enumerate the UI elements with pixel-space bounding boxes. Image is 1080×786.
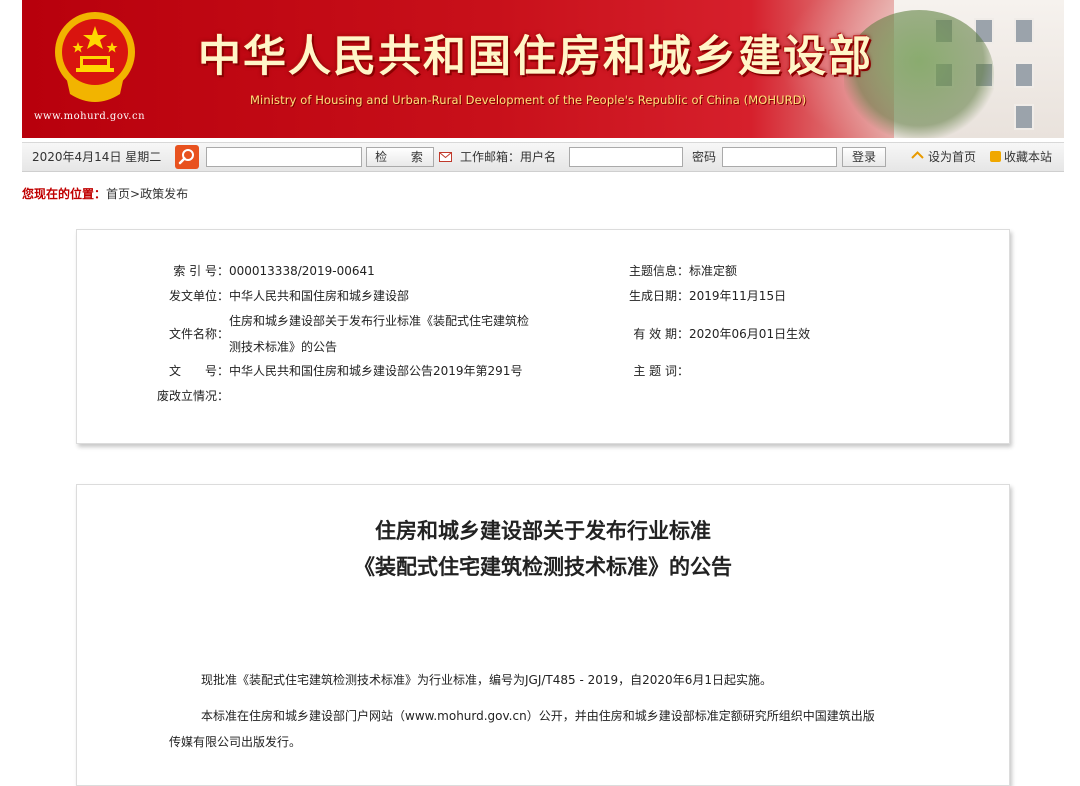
national-emblem-icon [55, 12, 135, 102]
info-valid-label: 有 效 期： [633, 327, 689, 341]
password-label: 密码 [692, 150, 717, 164]
document-paragraph-1: 现批准《装配式住宅建筑检测技术标准》为行业标准，编号为JGJ/T485 - 20… [201, 673, 772, 687]
document-paragraph-2-line1: 本标准在住房和城乡建设部门户网站（www.mohurd.gov.cn）公开，并由… [201, 709, 875, 723]
info-created-value: 2019年11月15日 [689, 289, 787, 303]
search-icon[interactable] [175, 145, 199, 169]
search-button[interactable]: 检 索 [366, 147, 434, 167]
search-input[interactable] [206, 147, 362, 167]
info-issuer-value: 中华人民共和国住房和城乡建设部 [229, 289, 410, 303]
info-topic-label: 主题信息： [628, 264, 689, 278]
site-url-text: www.mohurd.gov.cn [34, 111, 146, 122]
breadcrumb-path[interactable]: 首页>政策发布 [106, 187, 188, 201]
info-docno-value: 中华人民共和国住房和城乡建设部公告2019年第291号 [229, 364, 523, 378]
info-docno-row: 文 号：中华人民共和国住房和城乡建设部公告2019年第291号 [153, 360, 522, 382]
info-repeal-row: 废改立情况： [153, 385, 229, 407]
document-body-panel: 住房和城乡建设部关于发布行业标准 《装配式住宅建筑检测技术标准》的公告 现批准《… [76, 484, 1010, 786]
info-keyword-row: 主 题 词： [613, 360, 689, 382]
bookmark-icon [990, 151, 1001, 162]
document-info-panel: 索 引 号：000013338/2019-00641 发文单位：中华人民共和国住… [76, 229, 1010, 444]
info-filename-label-row: 文件名称： [153, 323, 229, 345]
document-paragraph-2-line2: 传媒有限公司出版发行。 [169, 735, 302, 749]
site-title-chinese: 中华人民共和国住房和城乡建设部 [198, 32, 873, 82]
document-title-line1: 住房和城乡建设部关于发布行业标准 [375, 519, 711, 543]
info-created-label: 生成日期： [628, 289, 689, 303]
info-topic-value: 标准定额 [689, 264, 738, 278]
info-filename-label: 文件名称： [168, 327, 229, 341]
info-docno-label: 文 号： [168, 364, 229, 378]
info-valid-value: 2020年06月01日生效 [689, 327, 811, 341]
info-filename-line2: 测技术标准》的公告 [229, 340, 338, 354]
info-topic-row: 主题信息：标准定额 [613, 260, 737, 282]
info-index-value: 000013338/2019-00641 [229, 264, 375, 278]
info-filename-line1: 住房和城乡建设部关于发布行业标准《装配式住宅建筑检 [229, 314, 530, 328]
site-title-english: Ministry of Housing and Urban-Rural Deve… [250, 93, 807, 107]
breadcrumb-lead: 您现在的位置： [22, 187, 107, 201]
current-date: 2020年4月14日 星期二 [32, 150, 162, 164]
info-created-row: 生成日期：2019年11月15日 [613, 285, 786, 307]
bookmark-site-link[interactable]: 收藏本站 [1004, 143, 1052, 171]
site-banner: www.mohurd.gov.cn 中华人民共和国住房和城乡建设部 Minist… [22, 0, 1064, 138]
document-title-line2: 《装配式住宅建筑检测技术标准》的公告 [354, 555, 732, 579]
top-toolbar: 2020年4月14日 星期二 检 索 工作邮箱：用户名 密码 登录 设为首页 收… [22, 142, 1064, 172]
mailbox-username-label: 工作邮箱：用户名 [460, 150, 557, 164]
info-keyword-label: 主 题 词： [633, 364, 689, 378]
set-homepage-link[interactable]: 设为首页 [928, 143, 976, 171]
login-button[interactable]: 登录 [842, 147, 886, 167]
info-valid-row: 有 效 期：2020年06月01日生效 [613, 323, 810, 345]
info-issuer-row: 发文单位：中华人民共和国住房和城乡建设部 [153, 285, 409, 307]
breadcrumb: 您现在的位置：首页>政策发布 [22, 185, 188, 202]
info-repeal-label: 废改立情况： [156, 389, 229, 403]
info-issuer-label: 发文单位： [168, 289, 229, 303]
password-input[interactable] [722, 147, 837, 167]
info-index-row: 索 引 号：000013338/2019-00641 [153, 260, 375, 282]
username-input[interactable] [569, 147, 683, 167]
mail-icon [439, 152, 452, 162]
home-icon [911, 151, 924, 159]
info-index-label: 索 引 号： [173, 264, 229, 278]
